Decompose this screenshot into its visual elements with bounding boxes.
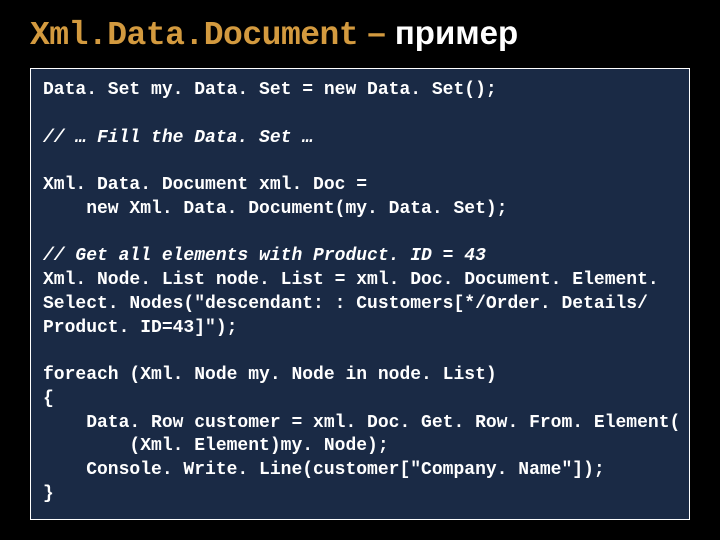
code-line: foreach (Xml. Node my. Node in node. Lis… (43, 365, 497, 385)
code-line: Select. Nodes("descendant: : Customers[*… (43, 294, 648, 314)
code-line: { (43, 389, 54, 409)
code-line: Data. Set my. Data. Set = new Data. Set(… (43, 80, 497, 100)
code-line: Xml. Node. List node. List = xml. Doc. D… (43, 270, 659, 290)
code-line: new Xml. Data. Document(my. Data. Set); (43, 199, 507, 219)
title-dash: – (358, 14, 395, 51)
slide-title: Xml.Data.Document – пример (0, 0, 720, 64)
code-line: (Xml. Element)my. Node); (43, 436, 389, 456)
code-block: Data. Set my. Data. Set = new Data. Set(… (30, 68, 690, 520)
code-line: Console. Write. Line(customer["Company. … (43, 460, 605, 480)
code-line: Product. ID=43]"); (43, 318, 237, 338)
title-word: пример (395, 14, 518, 51)
code-comment: // Get all elements with Product. ID = 4… (43, 246, 486, 266)
title-class: Xml.Data.Document (30, 17, 358, 54)
code-line: Data. Row customer = xml. Doc. Get. Row.… (43, 413, 680, 433)
code-line: Xml. Data. Document xml. Doc = (43, 175, 367, 195)
code-comment: // … Fill the Data. Set … (43, 128, 313, 148)
code-line: } (43, 484, 54, 504)
